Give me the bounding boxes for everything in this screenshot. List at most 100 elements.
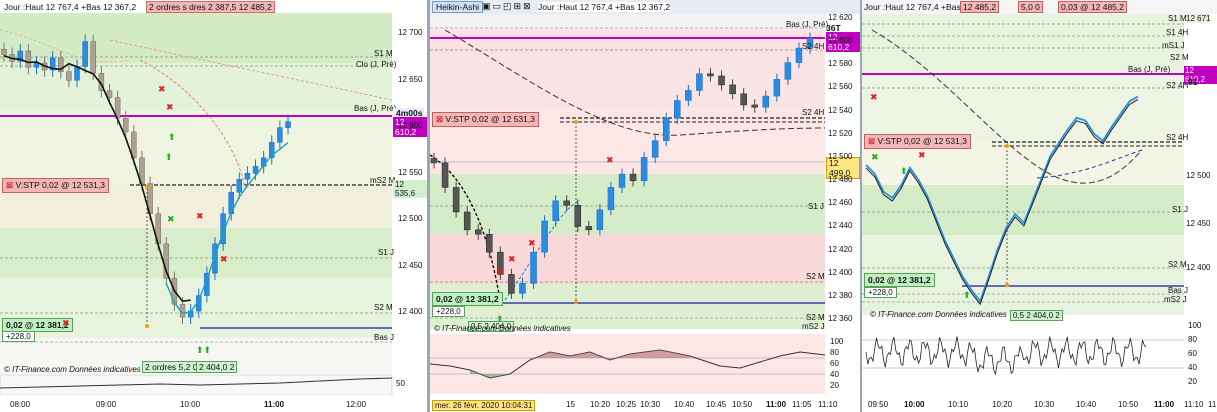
minimize-icon[interactable]: ▭ [493, 1, 504, 11]
oscillator-pane [430, 334, 825, 394]
svg-text:⬆: ⬆ [963, 290, 971, 300]
price-tick-label: 12 671 [1186, 14, 1211, 23]
chart-canvas-2[interactable]: ✖ ✖ ✖ ✖ ⬆ [430, 0, 860, 412]
level-label-s1-4h: S1 4H [1166, 28, 1189, 37]
order-dot [1005, 144, 1009, 148]
svg-text:✖: ✖ [167, 214, 175, 224]
level-label-s1m: S1 M [374, 49, 393, 58]
orders-badge[interactable]: 2 ordres s dres 2 387,5 12 485,2 [146, 1, 275, 13]
buy-order-tag[interactable]: 0,02 @ 12 381,2 [864, 273, 935, 287]
level-label-s1m: S1 M [1168, 14, 1187, 23]
candle-body [674, 100, 681, 119]
close-icon[interactable]: ✖ [62, 318, 70, 329]
date-cursor-label: mer. 26 févr. 2020 10:04:31 [432, 400, 536, 411]
time-tick-label: 11:00 [264, 400, 285, 409]
close-icon[interactable]: ⊠ [523, 1, 533, 11]
svg-text:✖: ✖ [158, 84, 166, 94]
level-label-clo: Clo (J, Pré) [356, 60, 397, 69]
candle-body [596, 209, 604, 231]
lock-icon[interactable]: ▣ [482, 1, 493, 11]
price-tick-label: 12 700 [398, 28, 423, 37]
price-tick-label: 12 520 [828, 128, 853, 138]
price-tick-label: 12 400 [1186, 263, 1211, 272]
candle-body [685, 90, 692, 101]
ms2-price-badge: 12 535,6 [393, 180, 427, 198]
chart-canvas-3[interactable]: ✖ ✖ ✖ ⬆ ✖ ⬆ [862, 0, 1217, 412]
chart-panel-1[interactable]: ✖ ✖ ⬆ ⬆ ✖ ✖ ✖ ⬆⬆ Jour :Haut 12 767,4 +Ba… [0, 0, 427, 412]
oscillator-tick: 100 [830, 337, 844, 346]
header-badge[interactable]: 0,03 @ 12 485,2 [1058, 1, 1127, 13]
price-tick-label: 12 560 [828, 82, 853, 92]
candle-body [82, 41, 88, 67]
price-tick-label: 12 420 [828, 244, 853, 254]
header-badge[interactable]: 12 485,2 [960, 1, 1000, 13]
time-tick-label: 10:40 [1076, 400, 1097, 409]
oscillator-tick: 20 [1188, 377, 1197, 386]
time-tick-label: 10:00 [180, 400, 201, 409]
chart-panel-3[interactable]: ✖ ✖ ✖ ⬆ ✖ ⬆ Jour :Haut 12 767,4 +Bas 12 … [862, 0, 1217, 412]
buy-order-tag[interactable]: 0,02 @ 12 381,2 [432, 292, 503, 306]
level-label-ms2m: mS2 M [370, 176, 396, 185]
level-label-s2m: S2 M [1170, 53, 1189, 62]
level-label-s2m-b: S2 M [806, 313, 825, 322]
time-tick-label: 10:30 [1034, 400, 1055, 409]
price-tick-label: 12 450 [398, 260, 423, 270]
price-tick-label: 12 500 [828, 151, 853, 161]
zone-band [0, 111, 392, 183]
candle-body [430, 158, 438, 164]
candle-body [640, 157, 648, 182]
candle-body [122, 117, 129, 133]
data-source-note: © IT-Finance.com Données indicatives [4, 365, 141, 374]
order-dot [145, 185, 149, 189]
panel-title: Jour :Haut 12 767,4 +Bas 12 367,2 [538, 2, 671, 12]
close-icon[interactable]: ⊠ [436, 114, 443, 124]
window-controls[interactable]: ▣▭◰⊞⊠ [482, 1, 533, 12]
time-tick-label: 11:05 [792, 400, 812, 409]
svg-text:✖: ✖ [508, 254, 516, 264]
oscillator-tick: 80 [830, 348, 839, 357]
candle-body [236, 179, 243, 193]
price-tick-label: 12 440 [828, 221, 853, 231]
stop-order-tag[interactable]: ⊠ V:STP 0,02 @ 12 531,3 [864, 134, 971, 149]
price-tick-label: 12 380 [828, 290, 853, 300]
candle-body [452, 187, 460, 213]
chart-type-tab[interactable]: Heikin-Ashi [432, 1, 483, 13]
candle-body [751, 104, 758, 108]
candle-body [651, 140, 659, 158]
close-icon[interactable]: ⊠ [6, 180, 13, 190]
buy-order-text: 0,02 @ 12 381,2 [6, 320, 69, 330]
maximize-icon[interactable]: ⊞ [514, 1, 524, 11]
restore-icon[interactable]: ◰ [503, 1, 514, 11]
price-tick-label: 12 400 [398, 307, 423, 316]
bottom-value-badge[interactable]: 0,5 2 404,0 2 [1010, 310, 1063, 321]
price-tick-label: 12 620 [828, 13, 853, 22]
stop-order-tag[interactable]: ⊠ V:STP 0,02 @ 12 531,3 [2, 178, 109, 193]
chart-panel-2[interactable]: ✖ ✖ ✖ ✖ ⬆ Heikin-Ashi ▣▭◰⊞⊠ Jour :Haut 1… [430, 0, 860, 412]
time-tick-label: 10:20 [992, 400, 1013, 409]
candle-body [696, 73, 703, 91]
svg-text:✖: ✖ [496, 267, 504, 277]
header-badge[interactable]: 5,0 0 [1018, 1, 1043, 13]
close-icon[interactable]: ⊠ [868, 136, 875, 146]
bottom-value-badge[interactable]: 2 404,0 2 [196, 361, 238, 373]
level-label-ms2j: mS2 J [802, 322, 825, 331]
stop-order-tag[interactable]: ⊠ V:STP 0,02 @ 12 531,3 [432, 112, 539, 127]
zone-band [0, 228, 392, 278]
price-tick-label: 12 360 [828, 314, 853, 323]
oscillator-tick: 100 [1188, 321, 1202, 330]
time-tick-label: 15 [566, 400, 575, 409]
candle-body [707, 73, 714, 77]
svg-text:⬆: ⬆ [165, 152, 173, 162]
svg-text:✖: ✖ [918, 150, 926, 160]
level-label-s2-4h-b: S2 4H [1166, 133, 1189, 142]
zone-band [0, 13, 392, 63]
bottom-orders-badge[interactable]: 2 ordres 5,2 0 [142, 361, 201, 373]
order-dot [574, 120, 578, 124]
candle-body [244, 173, 251, 180]
candle-body [486, 234, 493, 253]
price-tick-label: 12 400 [828, 267, 853, 277]
zone-band [862, 185, 1184, 235]
oscillator-tick: 60 [830, 359, 839, 368]
svg-text:✖: ✖ [606, 155, 614, 165]
level-label-s1j: S1 J [1172, 205, 1189, 214]
